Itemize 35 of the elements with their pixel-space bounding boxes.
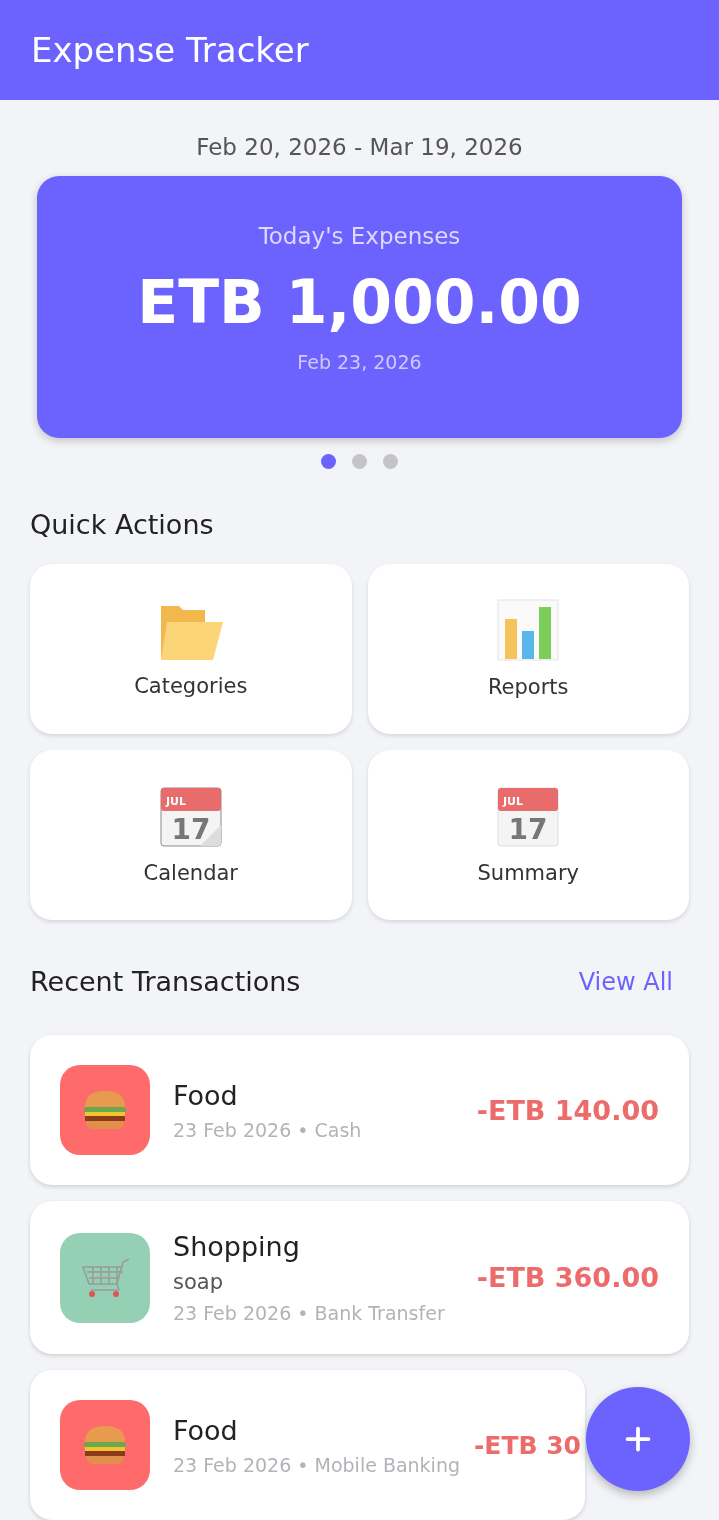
quick-action-button[interactable]: Reports (367, 564, 689, 734)
category-name: Shopping (173, 1231, 301, 1262)
view-all-link[interactable]: View All (578, 967, 673, 996)
summary-date: Feb 23, 2026 (297, 351, 422, 373)
transaction-meta: 23 Feb 2026 • Mobile Banking (173, 1453, 461, 1476)
calendar-icon: JUL 17 (497, 785, 560, 847)
transaction-meta: 23 Feb 2026 • Cash (173, 1118, 363, 1141)
carousel-dot[interactable] (383, 454, 398, 469)
calendar-icon: JUL 17 (159, 785, 222, 847)
carousel-dot[interactable] (352, 454, 367, 469)
category-name: Food (173, 1414, 239, 1446)
transaction-meta: 23 Feb 2026 • Bank Transfer (173, 1302, 446, 1324)
quick-action-button[interactable]: JUL 17 Summary (367, 750, 689, 920)
transaction-note: soap (173, 1270, 224, 1294)
date-range: Feb 20, 2026 - Mar 19, 2026 (195, 134, 524, 160)
transaction-card[interactable]: Food 23 Feb 2026 • Mobile Banking -ETB 30 (30, 1370, 585, 1520)
cart-icon (79, 1256, 131, 1299)
add-button[interactable] (586, 1387, 690, 1491)
transaction-amount: -ETB 30 (473, 1430, 581, 1460)
quick-action-button[interactable]: Categories (30, 564, 352, 734)
bar-chart-icon (497, 599, 560, 661)
transaction-amount: -ETB 360.00 (476, 1262, 659, 1293)
app-title: Expense Tracker (31, 30, 309, 70)
transaction-amount: -ETB 140.00 (476, 1094, 659, 1126)
burger-icon (81, 1424, 129, 1466)
summary-label: Today's Expenses (258, 223, 461, 249)
category-name: Food (173, 1079, 239, 1111)
burger-icon (81, 1089, 129, 1131)
section-title: Quick Actions (30, 509, 215, 540)
carousel-dot[interactable] (321, 454, 336, 469)
transaction-card[interactable]: Food 23 Feb 2026 • Cash -ETB 140.00 (30, 1035, 689, 1185)
summary-amount: ETB 1,000.00 (137, 267, 582, 337)
section-title: Recent Transactions (30, 966, 301, 997)
quick-action-button[interactable]: JUL 17 Calendar (30, 750, 352, 920)
transaction-card[interactable]: Shopping soap 23 Feb 2026 • Bank Transfer -ETB 360.00 (30, 1201, 689, 1354)
